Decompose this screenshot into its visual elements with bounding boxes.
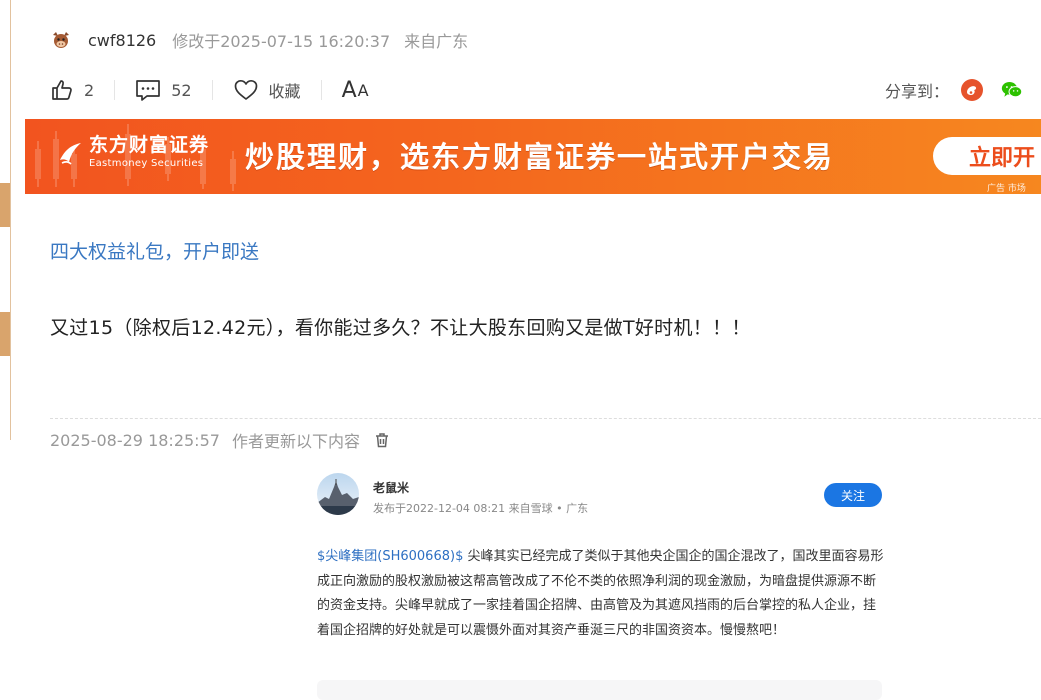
favorite-button[interactable]: 收藏	[233, 78, 301, 102]
modified-time: 修改于2025-07-15 16:20:37	[172, 32, 391, 51]
quoted-post-card: 老鼠米 发布于2022-12-04 08:21 来自雪球 • 广东 关注 $尖峰…	[302, 458, 899, 700]
eastmoney-logo-icon	[60, 143, 81, 165]
quoted-post-meta: 发布于2022-12-04 08:21 来自雪球 • 广东	[373, 502, 589, 515]
font-size-button[interactable]: AA	[342, 78, 370, 103]
divider	[320, 80, 322, 100]
quoted-user-name[interactable]: 老鼠米	[373, 479, 409, 496]
update-note: 作者更新以下内容	[231, 432, 360, 451]
left-panel-tab[interactable]	[0, 183, 10, 227]
divider	[211, 80, 213, 100]
eastmoney-logo: 东方财富证券 Eastmoney Securities	[57, 136, 209, 169]
comment-count: 52	[171, 80, 192, 100]
heart-icon	[234, 79, 257, 100]
banner-slogan: 炒股理财，选东方财富证券一站式开户交易	[245, 140, 835, 174]
logo-cn: 东方财富证券	[89, 134, 210, 156]
post-body: 又过15（除权后12.42元），看你能过多久？不让大股东回购又是做T好时机！！！	[50, 317, 751, 339]
follow-button[interactable]: 关注	[824, 483, 882, 507]
promo-link[interactable]: 四大权益礼包，开户即送	[50, 237, 259, 264]
update-timestamp: 2025-08-29 18:25:57	[50, 430, 220, 450]
quoted-post-text: $尖峰集团(SH600668)$ 尖峰其实已经完成了类似于其他央企国企的国企混改…	[317, 545, 887, 643]
logo-en: Eastmoney Securities	[89, 158, 204, 169]
author-name[interactable]: cwf8126	[88, 31, 156, 50]
thumbs-up-icon	[52, 80, 72, 100]
font-size-small: A	[357, 80, 370, 100]
share-label: 分享到：	[884, 82, 949, 101]
ad-banner[interactable]: 东方财富证券 Eastmoney Securities 炒股理财，选东方财富证券…	[25, 119, 1041, 194]
open-account-button[interactable]: 立即开	[933, 137, 1041, 175]
cow-avatar-icon[interactable]	[50, 29, 72, 51]
ad-tag: 广告 市场	[987, 184, 1026, 194]
action-bar: 2 52 收藏 AA 分享到：	[50, 74, 1041, 106]
author-row: cwf8126 修改于2025-07-15 16:20:37 来自广东	[50, 26, 468, 54]
update-row: 2025-08-29 18:25:57 作者更新以下内容	[50, 428, 390, 452]
stock-link[interactable]: $尖峰集团(SH600668)$	[317, 549, 463, 564]
like-button[interactable]: 2	[50, 78, 94, 102]
left-panel-tab[interactable]	[0, 312, 10, 356]
weibo-icon[interactable]	[961, 79, 983, 101]
comment-button[interactable]: 52	[135, 78, 192, 102]
user-avatar[interactable]	[317, 473, 359, 515]
trash-icon[interactable]	[374, 432, 390, 448]
author-location: 来自广东	[404, 32, 469, 51]
section-divider	[50, 418, 1041, 419]
divider	[114, 80, 116, 100]
like-count: 2	[84, 80, 95, 100]
wechat-icon[interactable]	[1001, 79, 1023, 101]
favorite-label: 收藏	[268, 82, 301, 101]
font-size-large: A	[341, 77, 358, 103]
share-area: 分享到：	[885, 74, 1041, 106]
comment-icon	[136, 80, 161, 101]
quoted-post-footer	[317, 680, 882, 700]
